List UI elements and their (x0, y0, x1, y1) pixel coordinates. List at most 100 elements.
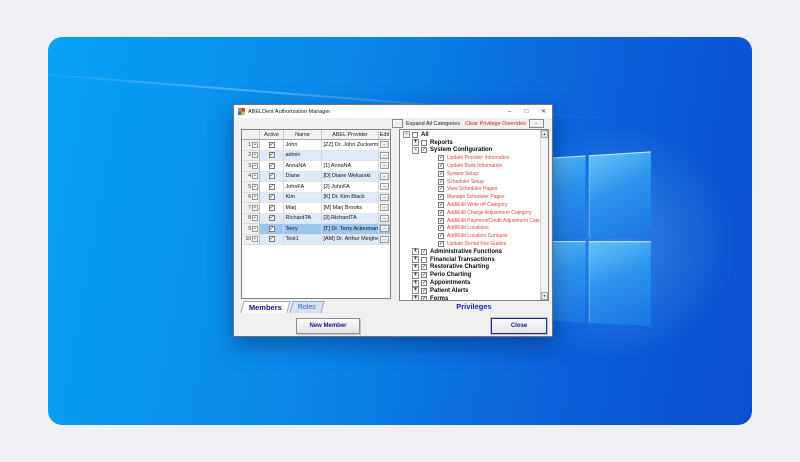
tree-row[interactable]: + ✓ Restorative Charting (400, 263, 540, 272)
row-expand-icon[interactable]: + (252, 141, 258, 148)
tree-checkbox[interactable]: ✓ (421, 280, 427, 287)
tree-row[interactable]: ✓ Update Bank Information (400, 162, 540, 170)
row-expand-icon[interactable]: + (252, 194, 258, 201)
row-header[interactable]: 3 + (242, 161, 260, 172)
tree-checkbox[interactable] (421, 256, 427, 263)
tree-row[interactable]: ✓ Add/Edit Charge Adjustment Category (400, 209, 540, 217)
member-row[interactable]: 1 + ✓ John [ZZ] Dr. John Zuckerman... (242, 140, 390, 151)
row-header[interactable]: 4 + (242, 171, 260, 182)
edit-button[interactable]: ... (380, 225, 389, 233)
tree-checkbox[interactable]: ✓ (421, 272, 427, 279)
tree-row[interactable]: ✓ Scheduler Setup (400, 178, 540, 186)
tree-checkbox[interactable]: ✓ (438, 217, 444, 224)
tree-row[interactable]: ✓ Update Provider Information (400, 154, 540, 162)
tree-checkbox[interactable]: ✓ (438, 225, 444, 232)
row-header[interactable]: 5 + (242, 182, 260, 193)
tree-row[interactable]: ✓ System Setup (400, 170, 540, 178)
row-header[interactable]: 2 + (242, 150, 260, 161)
member-row[interactable]: 9 + ✓ Terry [T] Dr. Terry Ackerman... (242, 224, 390, 235)
active-checkbox[interactable]: ✓ (268, 204, 275, 211)
tree-checkbox[interactable] (421, 139, 427, 146)
clear-privilege-overrides-label[interactable]: Clear Privilege Overrides (465, 121, 526, 127)
expand-all-categories-label[interactable]: Expand All Categories (406, 121, 460, 127)
close-button[interactable]: Close (491, 318, 547, 334)
tree-checkbox[interactable] (412, 131, 418, 138)
active-checkbox[interactable]: ✓ (268, 215, 275, 222)
row-expand-icon[interactable]: + (252, 162, 258, 169)
tree-checkbox[interactable]: ✓ (421, 264, 427, 271)
member-row[interactable]: 2 + ✓ admin... (242, 150, 390, 161)
tree-row[interactable]: ✓ Add/Edit Write off Category (400, 201, 540, 209)
active-checkbox[interactable]: ✓ (268, 236, 275, 243)
active-checkbox[interactable]: ✓ (268, 162, 275, 169)
tree-expander-button[interactable]: + (412, 139, 419, 147)
tree-checkbox[interactable]: ✓ (438, 155, 444, 162)
tree-checkbox[interactable]: ✓ (421, 147, 427, 154)
tree-row[interactable]: + Financial Transactions (400, 256, 540, 264)
tree-row[interactable]: ✓ Add/Edit Locations (400, 225, 540, 233)
tree-expander-button[interactable]: + (412, 287, 419, 295)
tree-row[interactable]: ✓ Add/Edit Location Contacts (400, 232, 540, 240)
edit-button[interactable]: ... (380, 214, 389, 222)
maximize-button[interactable]: □ (518, 105, 535, 118)
tree-row[interactable]: + ✓ Forms (400, 295, 540, 300)
tree-row[interactable]: + ✓ Appointments (400, 279, 540, 287)
row-expand-icon[interactable]: + (252, 173, 258, 180)
member-row[interactable]: 10 + ✓ Test1 [AM] Dr. Arthur Meighen... (242, 234, 390, 245)
row-expand-icon[interactable]: + (252, 152, 258, 159)
tree-row[interactable]: - ✓ System Configuration (400, 146, 540, 155)
member-row[interactable]: 3 + ✓ AnnaNA [1] AnnaNA... (242, 161, 390, 172)
row-header[interactable]: 6 + (242, 192, 260, 203)
scroll-down-icon[interactable]: ▼ (541, 292, 548, 300)
edit-button[interactable]: ... (380, 235, 389, 243)
window-close-button[interactable]: ✕ (535, 105, 552, 118)
overrides-more-button[interactable]: ... (529, 119, 544, 128)
tree-checkbox[interactable]: ✓ (438, 233, 444, 240)
tree-row[interactable]: + ✓ Patient Alerts (400, 287, 540, 295)
tree-expander-button[interactable]: - (403, 131, 410, 139)
expand-toggle-button[interactable]: . (392, 119, 403, 128)
titlebar[interactable]: ABELDent Authorization Manager – □ ✕ (234, 105, 552, 118)
tree-expander-button[interactable]: + (412, 295, 419, 300)
scroll-up-icon[interactable]: ▲ (541, 130, 548, 138)
tab-members[interactable]: Members (240, 301, 291, 313)
row-header[interactable]: 10 + (242, 234, 260, 245)
minimize-button[interactable]: – (501, 105, 518, 118)
tree-checkbox[interactable]: ✓ (438, 170, 444, 177)
edit-button[interactable]: ... (380, 172, 389, 180)
tree-checkbox[interactable]: ✓ (438, 209, 444, 216)
row-header[interactable]: 7 + (242, 203, 260, 214)
member-row[interactable]: 7 + ✓ Marj [M] Marj Brooks... (242, 203, 390, 214)
tree-checkbox[interactable]: ✓ (438, 241, 444, 248)
member-row[interactable]: 8 + ✓ RichardTA [3] RichardTA... (242, 213, 390, 224)
row-expand-icon[interactable]: + (252, 215, 258, 222)
row-header[interactable]: 1 + (242, 140, 260, 151)
tree-expander-button[interactable]: + (412, 248, 419, 256)
row-expand-icon[interactable]: + (252, 183, 258, 190)
member-row[interactable]: 5 + ✓ JohnFA [2] JohnFA... (242, 182, 390, 193)
tree-row[interactable]: + Reports (400, 139, 540, 147)
edit-button[interactable]: ... (380, 141, 389, 149)
tree-checkbox[interactable]: ✓ (438, 178, 444, 185)
row-expand-icon[interactable]: + (252, 225, 258, 232)
tree-scrollbar[interactable]: ▲ ▼ (540, 130, 548, 300)
tree-row[interactable]: - All (400, 131, 540, 139)
edit-button[interactable]: ... (380, 183, 389, 191)
tree-expander-button[interactable]: + (412, 263, 419, 271)
edit-button[interactable]: ... (380, 193, 389, 201)
member-row[interactable]: 4 + ✓ Diane [D] Diane Wekarski... (242, 171, 390, 182)
member-row[interactable]: 6 + ✓ Kim [K] Dr. Kim Black... (242, 192, 390, 203)
row-expand-icon[interactable]: + (252, 204, 258, 211)
tree-row[interactable]: + ✓ Perio Charting (400, 271, 540, 279)
active-checkbox[interactable]: ✓ (268, 194, 275, 201)
row-header[interactable]: 8 + (242, 213, 260, 224)
active-checkbox[interactable]: ✓ (268, 173, 275, 180)
row-expand-icon[interactable]: + (252, 236, 258, 243)
active-checkbox[interactable]: ✓ (268, 141, 275, 148)
edit-button[interactable]: ... (380, 204, 389, 212)
active-checkbox[interactable]: ✓ (268, 183, 275, 190)
tree-expander-button[interactable]: + (412, 279, 419, 287)
tree-row[interactable]: ✓ Manage Scheduler Pages (400, 193, 540, 201)
tree-expander-button[interactable]: + (412, 256, 419, 264)
tree-checkbox[interactable]: ✓ (438, 163, 444, 170)
